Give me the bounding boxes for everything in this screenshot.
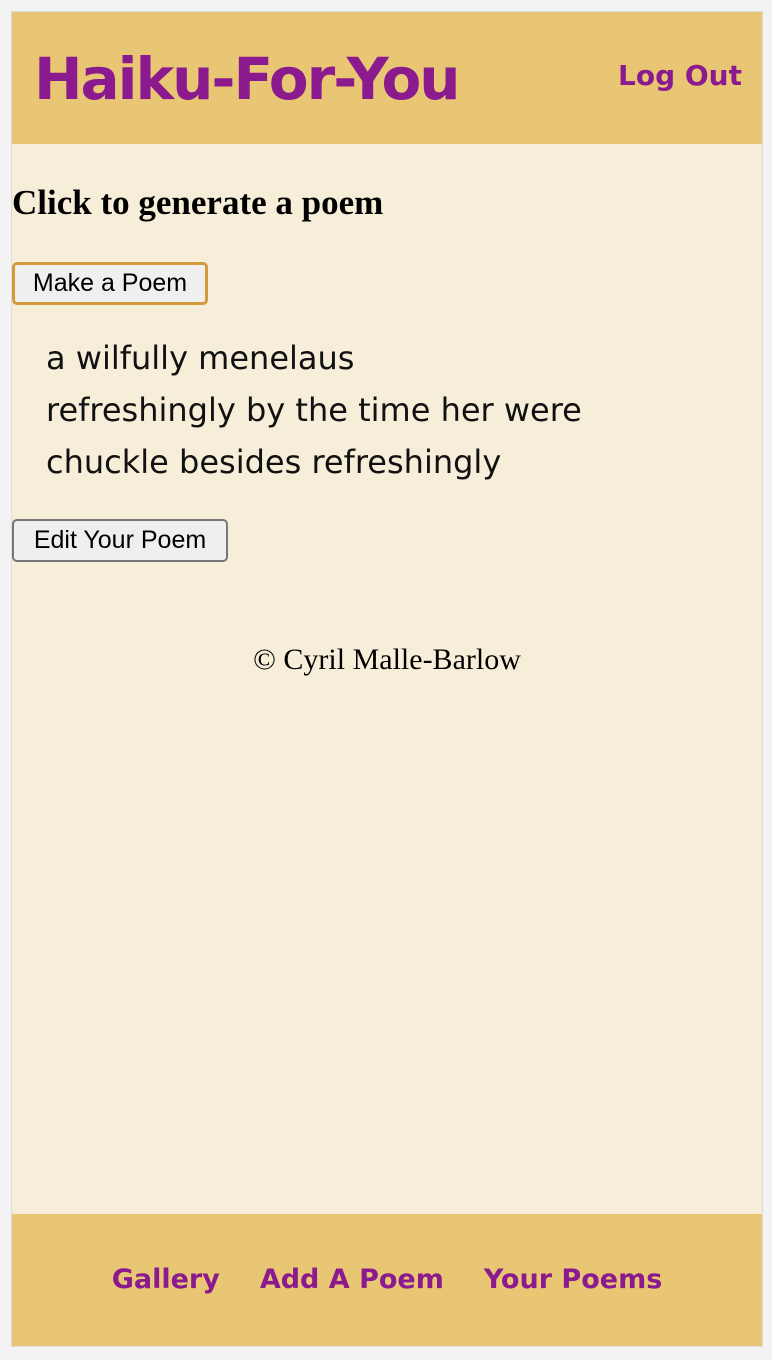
nav-link-gallery[interactable]: Gallery [112, 1260, 220, 1300]
site-footer: Gallery Add A Poem Your Poems [12, 1214, 762, 1346]
site-header: Haiku-For-You Log Out [12, 12, 762, 144]
nav-link-your-poems[interactable]: Your Poems [484, 1260, 662, 1300]
nav-link-add-poem[interactable]: Add A Poem [260, 1260, 444, 1300]
make-poem-button[interactable]: Make a Poem [12, 262, 208, 305]
brand-title: Haiku-For-You [34, 45, 461, 113]
poem-line: refreshingly by the time her were [46, 391, 582, 429]
poem-line: chuckle besides refreshingly [46, 443, 502, 481]
logout-link[interactable]: Log Out [618, 58, 742, 94]
copyright-notice: © Cyril Malle-Barlow [253, 643, 521, 676]
edit-poem-button[interactable]: Edit Your Poem [12, 519, 228, 562]
poem-text: a wilfully menelaus refreshingly by the … [46, 332, 582, 488]
poem-line: a wilfully menelaus [46, 339, 355, 377]
app-container: Haiku-For-You Log Out Click to generate … [12, 12, 762, 1346]
page-heading: Click to generate a poem [12, 183, 384, 222]
footer-nav: Gallery Add A Poem Your Poems [12, 1260, 762, 1300]
